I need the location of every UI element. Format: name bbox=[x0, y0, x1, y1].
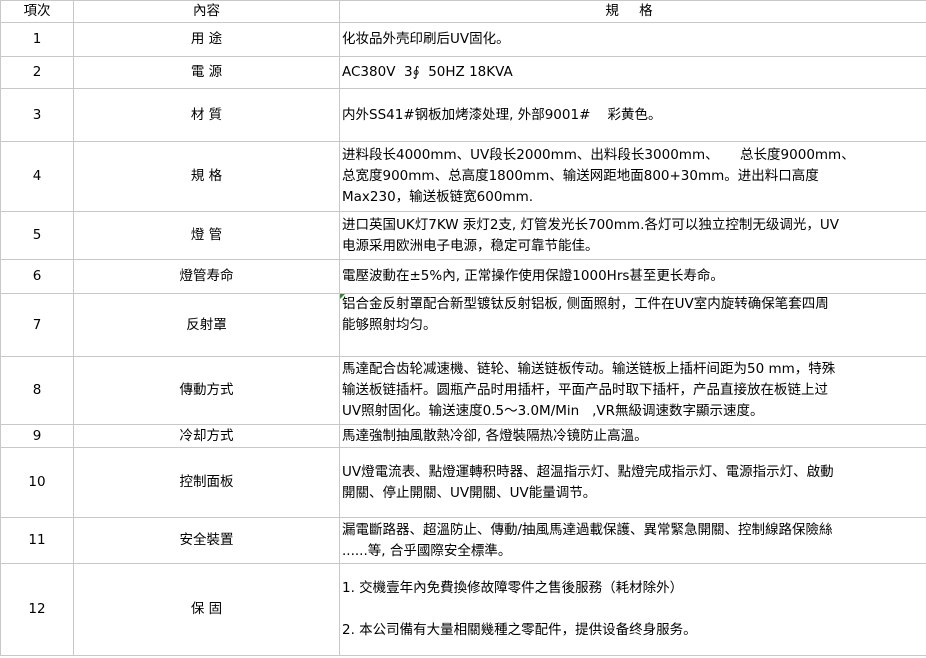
table-row: 1 用 途 化妆品外壳印刷后UV固化。 bbox=[0, 22, 926, 57]
row-number: 6 bbox=[0, 259, 74, 294]
row-item: 規 格 bbox=[73, 141, 340, 212]
row-spec: 馬達強制抽風散熱冷卻, 各燈裝隔热冷镜防止高溫。 bbox=[339, 424, 926, 448]
spec-line: 化妆品外壳印刷后UV固化。 bbox=[342, 31, 510, 47]
table-row: 10 控制面板 UV燈電流表、點燈運轉积時器、超温指示灯、點燈完成指示灯、電源指… bbox=[0, 447, 926, 518]
header-item-no: 項次 bbox=[0, 0, 74, 23]
table-row: 8 傳動方式 馬達配合齿轮减速機、链轮、输送链板传动。输送链板上插杆间距为50 … bbox=[0, 356, 926, 425]
spec-line: UV燈電流表、點燈運轉积時器、超温指示灯、點燈完成指示灯、電源指示灯、啟動 bbox=[342, 463, 834, 480]
row-spec: UV燈電流表、點燈運轉积時器、超温指示灯、點燈完成指示灯、電源指示灯、啟動 開關… bbox=[339, 447, 926, 518]
spec-line: 馬達配合齿轮减速機、链轮、输送链板传动。输送链板上插杆间距为50 mm，特殊 bbox=[342, 361, 836, 377]
row-number: 12 bbox=[0, 563, 74, 656]
table-row: 3 材 質 内外SS41#钢板加烤漆处理, 外部9001# 彩黄色。 bbox=[0, 88, 926, 142]
row-number: 11 bbox=[0, 517, 74, 564]
table-row: 2 電 源 AC380V 3∮ 50HZ 18KVA bbox=[0, 56, 926, 89]
spec-table: 項次 內容 規 格 1 用 途 化妆品外壳印刷后UV固化。 2 電 源 AC38… bbox=[0, 0, 926, 656]
spec-line: 内外SS41#钢板加烤漆处理, 外部9001# 彩黄色。 bbox=[342, 106, 662, 123]
spec-line: 进口英国UK灯7KW 汞灯2支, 灯管发光长700mm.各灯可以独立控制无级调光… bbox=[342, 216, 839, 233]
table-row: 4 規 格 进料段长4000mm、UV段长2000mm、出料段长3000mm、 … bbox=[0, 141, 926, 212]
row-item: 安全裝置 bbox=[73, 517, 340, 564]
spec-line: ......等, 合乎國際安全標準。 bbox=[342, 542, 512, 559]
row-item: 控制面板 bbox=[73, 447, 340, 518]
row-number: 1 bbox=[0, 22, 74, 57]
table-row: 5 燈 管 进口英国UK灯7KW 汞灯2支, 灯管发光长700mm.各灯可以独立… bbox=[0, 211, 926, 260]
row-item: 反射罩 bbox=[73, 293, 340, 357]
spec-line: 1. 交機壹年內免費換修故障零件之售後服務（耗材除外） bbox=[342, 580, 684, 596]
row-item: 燈 管 bbox=[73, 211, 340, 260]
row-spec: 铝合金反射罩配合新型镀钛反射铝板, 侧面照射，工件在UV室内旋转确保笔套四周 能… bbox=[339, 293, 926, 357]
spec-line: 总宽度900mm、总高度1800mm、输送网距地面800+30mm。进出料口高度 bbox=[342, 168, 819, 184]
header-spec: 規 格 bbox=[339, 0, 926, 23]
header-content: 內容 bbox=[73, 0, 340, 23]
row-number: 5 bbox=[0, 211, 74, 260]
row-number: 8 bbox=[0, 356, 74, 425]
row-spec: 进料段长4000mm、UV段长2000mm、出料段长3000mm、 总长度900… bbox=[339, 141, 926, 212]
table-row: 6 燈管寿命 電壓波動在±5%內, 正常操作使用保證1000Hrs甚至更长寿命。 bbox=[0, 259, 926, 294]
spec-line: AC380V 3∮ 50HZ 18KVA bbox=[342, 64, 513, 80]
row-number: 2 bbox=[0, 56, 74, 89]
row-spec: 電壓波動在±5%內, 正常操作使用保證1000Hrs甚至更长寿命。 bbox=[339, 259, 926, 294]
row-number: 7 bbox=[0, 293, 74, 357]
row-item: 材 質 bbox=[73, 88, 340, 142]
row-item: 保 固 bbox=[73, 563, 340, 656]
spec-line: 開關、停止開關、UV開關、UV能量调节。 bbox=[342, 484, 597, 501]
row-number: 3 bbox=[0, 88, 74, 142]
row-item: 用 途 bbox=[73, 22, 340, 57]
row-item: 傳動方式 bbox=[73, 356, 340, 425]
row-spec: 1. 交機壹年內免費換修故障零件之售後服務（耗材除外） 2. 本公司備有大量相關… bbox=[339, 563, 926, 656]
row-spec: 漏電斷路器、超溫防止、傳動/抽風馬達過載保護、異常緊急開關、控制線路保險絲 ..… bbox=[339, 517, 926, 564]
row-spec: 进口英国UK灯7KW 汞灯2支, 灯管发光长700mm.各灯可以独立控制无级调光… bbox=[339, 211, 926, 260]
row-number: 9 bbox=[0, 424, 74, 448]
spec-line: 漏電斷路器、超溫防止、傳動/抽風馬達過載保護、異常緊急開關、控制線路保險絲 bbox=[342, 521, 833, 538]
spec-line: 进料段长4000mm、UV段长2000mm、出料段长3000mm、 总长度900… bbox=[342, 147, 855, 163]
row-item: 電 源 bbox=[73, 56, 340, 89]
row-spec: AC380V 3∮ 50HZ 18KVA bbox=[339, 56, 926, 89]
spec-line: 2. 本公司備有大量相關幾種之零配件，提供设备终身服务。 bbox=[342, 622, 697, 638]
row-number: 10 bbox=[0, 447, 74, 518]
table-row: 9 冷却方式 馬達強制抽風散熱冷卻, 各燈裝隔热冷镜防止高溫。 bbox=[0, 424, 926, 448]
table-row: 12 保 固 1. 交機壹年內免費換修故障零件之售後服務（耗材除外） 2. 本公… bbox=[0, 563, 926, 656]
spec-line: 输送板链插杆。圆瓶产品时用插杆，平面产品时取下插杆，产品直接放在板链上过 bbox=[342, 382, 828, 398]
spec-line: UV照射固化。输送速度0.5～3.0M/Min ,VR無級调速数字顯示速度。 bbox=[342, 403, 764, 419]
spec-spacer bbox=[342, 599, 924, 620]
spec-line: 铝合金反射罩配合新型镀钛反射铝板, 侧面照射，工件在UV室内旋转确保笔套四周 bbox=[342, 296, 829, 312]
table-row: 7 反射罩 铝合金反射罩配合新型镀钛反射铝板, 侧面照射，工件在UV室内旋转确保… bbox=[0, 293, 926, 357]
spec-line: 能够照射均匀。 bbox=[342, 317, 437, 333]
row-spec: 内外SS41#钢板加烤漆处理, 外部9001# 彩黄色。 bbox=[339, 88, 926, 142]
spec-line: Max230，输送板链宽600mm. bbox=[342, 189, 534, 205]
spec-line: 馬達強制抽風散熱冷卻, 各燈裝隔热冷镜防止高溫。 bbox=[342, 427, 648, 444]
table-row: 11 安全裝置 漏電斷路器、超溫防止、傳動/抽風馬達過載保護、異常緊急開關、控制… bbox=[0, 517, 926, 564]
row-item: 冷却方式 bbox=[73, 424, 340, 448]
spec-line: 电源采用欧洲电子电源，稳定可靠节能佳。 bbox=[342, 237, 599, 254]
row-spec: 馬達配合齿轮减速機、链轮、输送链板传动。输送链板上插杆间距为50 mm，特殊 输… bbox=[339, 356, 926, 425]
row-item: 燈管寿命 bbox=[73, 259, 340, 294]
spec-line: 電壓波動在±5%內, 正常操作使用保證1000Hrs甚至更长寿命。 bbox=[342, 268, 724, 284]
header-row: 項次 內容 規 格 bbox=[0, 0, 926, 23]
row-number: 4 bbox=[0, 141, 74, 212]
row-spec: 化妆品外壳印刷后UV固化。 bbox=[339, 22, 926, 57]
